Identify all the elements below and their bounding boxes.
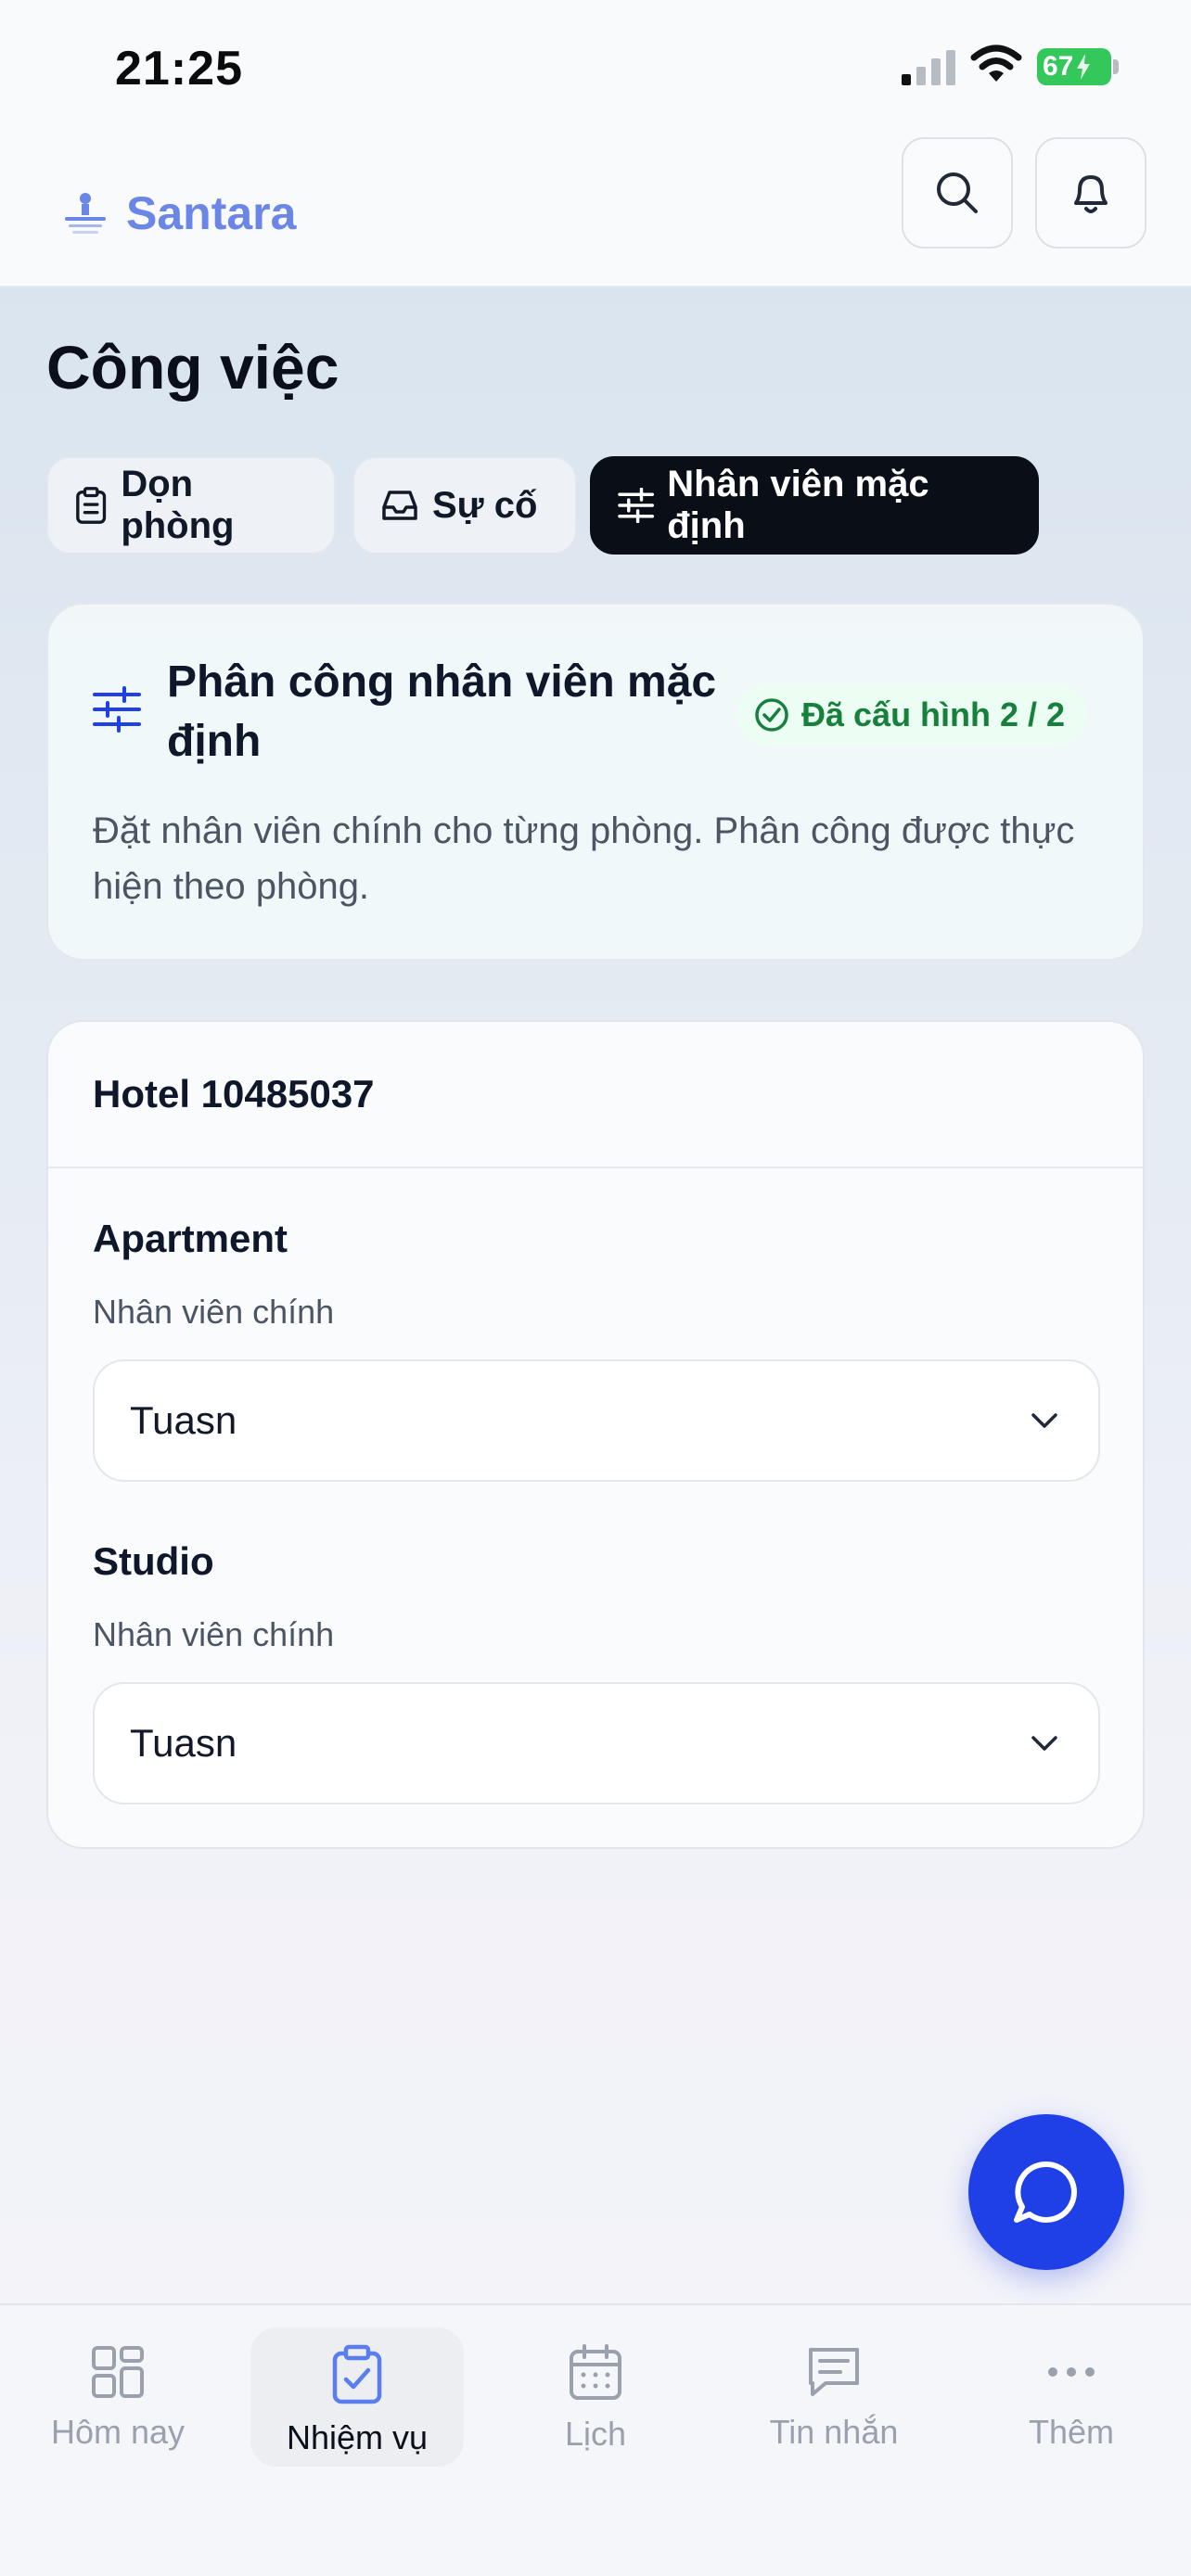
info-card-description: Đặt nhân viên chính cho từng phòng. Phân… bbox=[93, 810, 1075, 907]
staff-select-studio[interactable]: Tuasn bbox=[93, 1682, 1100, 1804]
bottom-nav: Hôm nay Nhiệm vụ Lịch Tin nhắn Thêm bbox=[0, 2303, 1191, 2576]
battery-level: 67 bbox=[1043, 51, 1074, 82]
check-circle-icon bbox=[755, 698, 788, 732]
staff-select-studio-value: Tuasn bbox=[130, 1721, 237, 1765]
brand-logo[interactable]: Santara bbox=[58, 161, 296, 265]
status-time: 21:25 bbox=[115, 42, 243, 96]
sliders-icon bbox=[93, 686, 141, 733]
page-title: Công việc bbox=[46, 333, 339, 402]
info-card: Phân công nhân viên mặc định Đã cấu hình… bbox=[46, 603, 1145, 961]
nav-item-calendar-label: Lịch bbox=[564, 2415, 627, 2453]
nav-item-today[interactable]: Hôm nay bbox=[11, 2327, 224, 2467]
nav-item-today-label: Hôm nay bbox=[50, 2413, 186, 2451]
chat-bubble-icon bbox=[1014, 2161, 1077, 2223]
tab-cleaning-label: Dọn phòng bbox=[121, 464, 235, 546]
more-icon bbox=[1048, 2367, 1095, 2377]
status-bar: 21:25 67 bbox=[0, 0, 1191, 139]
config-status-text: Đã cấu hình 2 / 2 bbox=[801, 695, 1066, 733]
nav-item-tasks-label: Nhiệm vụ bbox=[286, 2418, 429, 2456]
notifications-button[interactable] bbox=[1035, 137, 1146, 249]
room-name-studio: Studio bbox=[93, 1539, 214, 1583]
battery-indicator: 67 bbox=[1037, 48, 1111, 85]
sliders-icon bbox=[618, 488, 655, 523]
room-name-apartment: Apartment bbox=[93, 1217, 288, 1260]
nav-item-calendar[interactable]: Lịch bbox=[489, 2327, 702, 2467]
staff-select-apartment[interactable]: Tuasn bbox=[93, 1359, 1100, 1482]
bell-icon bbox=[1074, 175, 1108, 213]
clipboard-list-icon bbox=[76, 487, 107, 524]
config-status-badge: Đã cấu hình 2 / 2 bbox=[736, 684, 1088, 746]
chat-fab-button[interactable] bbox=[968, 2114, 1124, 2270]
tab-incidents-label: Sự cố bbox=[432, 484, 538, 526]
tab-default-staff-label: Nhân viên mặc định bbox=[667, 464, 929, 546]
grid-icon bbox=[92, 2346, 144, 2398]
battery-cap bbox=[1113, 59, 1119, 74]
clipboard-check-icon bbox=[332, 2344, 382, 2404]
chevron-down-icon bbox=[1031, 1736, 1057, 1751]
nav-item-more-label: Thêm bbox=[1028, 2413, 1115, 2451]
chevron-down-icon bbox=[1031, 1413, 1057, 1428]
search-button[interactable] bbox=[902, 137, 1013, 249]
tab-default-staff[interactable]: Nhân viên mặc định bbox=[590, 456, 1039, 555]
inbox-icon bbox=[382, 491, 417, 520]
cellular-signal-icon bbox=[902, 50, 955, 85]
calendar-icon bbox=[570, 2344, 621, 2400]
nav-item-messages[interactable]: Tin nhắn bbox=[727, 2327, 941, 2467]
nav-item-messages-label: Tin nhắn bbox=[769, 2413, 899, 2451]
search-icon bbox=[937, 172, 978, 213]
tab-incidents[interactable]: Sự cố bbox=[352, 456, 577, 555]
santara-logo-icon bbox=[65, 193, 106, 234]
nav-item-more[interactable]: Thêm bbox=[965, 2327, 1178, 2467]
charging-bolt-icon bbox=[1077, 54, 1091, 80]
hotel-name: Hotel 10485037 bbox=[48, 1022, 1143, 1168]
nav-item-tasks[interactable]: Nhiệm vụ bbox=[250, 2327, 464, 2467]
hotel-card: Hotel 10485037 Apartment Nhân viên chính… bbox=[46, 1020, 1145, 1849]
tab-cleaning[interactable]: Dọn phòng bbox=[46, 456, 336, 555]
brand-name: Santara bbox=[126, 187, 297, 239]
message-icon bbox=[809, 2348, 859, 2396]
field-label-apartment: Nhân viên chính bbox=[93, 1293, 335, 1331]
staff-select-apartment-value: Tuasn bbox=[130, 1398, 237, 1442]
wifi-icon bbox=[970, 45, 1022, 82]
info-card-title: Phân công nhân viên mặc định bbox=[167, 657, 717, 766]
field-label-studio: Nhân viên chính bbox=[93, 1615, 335, 1653]
